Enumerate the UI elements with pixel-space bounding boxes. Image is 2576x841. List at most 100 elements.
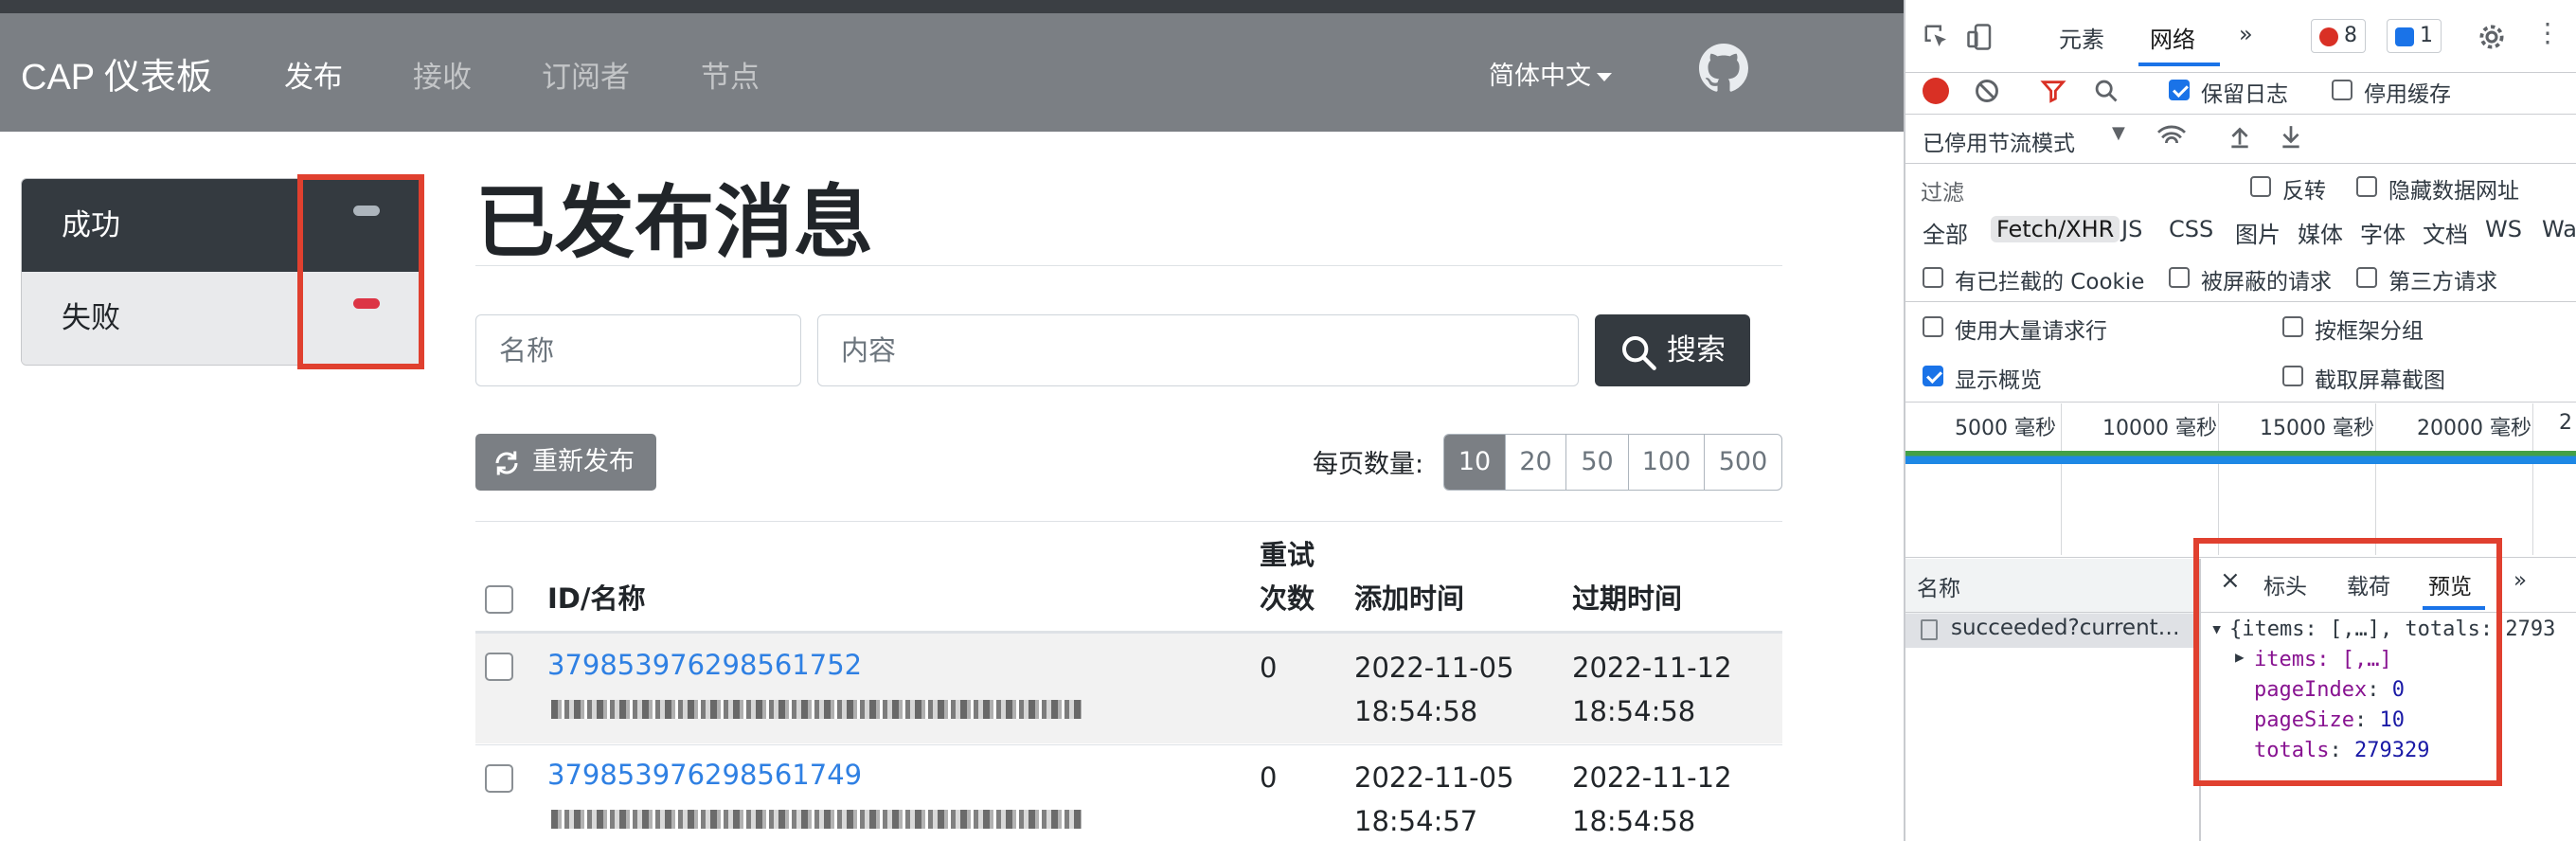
- record-icon[interactable]: [1923, 78, 1949, 104]
- page-size-option-50[interactable]: 50: [1565, 435, 1628, 490]
- row-checkbox[interactable]: [485, 653, 513, 681]
- type-filter-wasm[interactable]: Wa: [2542, 216, 2576, 242]
- group-by-frame-checkbox[interactable]: [2282, 316, 2303, 337]
- refresh-icon: [495, 451, 518, 475]
- added-time-cell: 18:54:57: [1354, 805, 1478, 837]
- import-har-icon[interactable]: [2227, 123, 2252, 150]
- message-count-badge[interactable]: 1: [2387, 19, 2442, 53]
- network-conditions-icon[interactable]: [2156, 123, 2188, 150]
- republish-label: 重新发布: [532, 447, 635, 476]
- highlight-box: [2193, 538, 2502, 786]
- type-filter-fetch-xhr[interactable]: Fetch/XHR: [1991, 216, 2120, 242]
- page-size-option-10[interactable]: 10: [1444, 435, 1505, 490]
- timeline-overview-bar: [1905, 451, 2576, 464]
- window-top-strip: [0, 0, 1904, 13]
- sidebar-item-label: 成功: [62, 208, 120, 242]
- redacted-message-name: [551, 810, 1082, 829]
- request-row[interactable]: succeeded?current…: [1905, 614, 2199, 648]
- group-by-frame-label: 按框架分组: [2315, 319, 2424, 344]
- active-tab-indicator: [2138, 63, 2220, 66]
- error-count: 8: [2344, 24, 2357, 47]
- throttling-select[interactable]: 已停用节流模式: [1923, 125, 2075, 157]
- message-id-link[interactable]: 379853976298561752: [547, 649, 862, 681]
- third-party-label: 第三方请求: [2388, 270, 2497, 295]
- show-overview-checkbox[interactable]: [1923, 366, 1943, 386]
- devtools-tab-elements[interactable]: 元素: [2059, 21, 2104, 54]
- show-overview-label: 显示概览: [1955, 368, 2042, 393]
- type-filter-all[interactable]: 全部: [1923, 216, 1968, 249]
- type-filter-doc[interactable]: 文档: [2423, 216, 2468, 249]
- filter-icon[interactable]: [2040, 78, 2066, 104]
- table-row: 379853976298561752 0 2022-11-05 18:54:58…: [475, 634, 1782, 743]
- timeline-gridline: [2061, 403, 2062, 555]
- timeline-gridline: [2532, 403, 2533, 555]
- divider: [475, 521, 1782, 522]
- type-filter-js[interactable]: JS: [2121, 216, 2142, 242]
- screenshots-label: 截取屏幕截图: [2315, 368, 2445, 393]
- added-date-cell: 2022-11-05: [1354, 761, 1514, 794]
- type-filter-ws[interactable]: WS: [2485, 216, 2522, 242]
- column-header-expires: 过期时间: [1572, 582, 1683, 615]
- type-filter-media[interactable]: 媒体: [2298, 216, 2343, 249]
- divider: [1905, 114, 2576, 115]
- message-id-link[interactable]: 379853976298561749: [547, 759, 862, 791]
- screenshots-checkbox[interactable]: [2282, 366, 2303, 386]
- disable-cache-checkbox[interactable]: [2332, 80, 2352, 100]
- column-header-retries-line1: 重试: [1260, 539, 1315, 571]
- preserve-log-checkbox[interactable]: [2169, 80, 2190, 100]
- added-time-cell: 18:54:58: [1354, 695, 1478, 727]
- type-filter-font[interactable]: 字体: [2360, 216, 2406, 249]
- republish-button[interactable]: 重新发布: [475, 434, 656, 491]
- nav-link-received[interactable]: 接收: [413, 53, 472, 96]
- timeline-gridline: [2218, 403, 2219, 555]
- column-header-retries-line2: 次数: [1260, 582, 1315, 615]
- hide-data-urls-checkbox[interactable]: [2356, 176, 2377, 197]
- type-filter-css[interactable]: CSS: [2169, 216, 2213, 242]
- blocked-requests-checkbox[interactable]: [2169, 267, 2190, 288]
- page-size-option-20[interactable]: 20: [1505, 435, 1565, 490]
- column-header-added: 添加时间: [1354, 582, 1465, 615]
- timeline-tick: 5000 毫秒: [1955, 417, 2056, 440]
- device-toolbar-icon[interactable]: [1966, 23, 1995, 51]
- inspect-element-icon[interactable]: [1923, 23, 1951, 51]
- divider: [1905, 163, 2576, 164]
- content-search-input[interactable]: 内容: [817, 314, 1579, 386]
- name-search-input[interactable]: 名称: [475, 314, 801, 386]
- navbar: CAP 仪表板 发布 接收 订阅者 节点 简体中文: [0, 13, 1904, 132]
- detail-tab-more[interactable]: »: [2513, 568, 2527, 593]
- brand[interactable]: CAP 仪表板: [21, 47, 212, 99]
- large-rows-checkbox[interactable]: [1923, 316, 1943, 337]
- hide-data-urls-label: 隐藏数据网址: [2388, 179, 2519, 204]
- page-size-option-500[interactable]: 500: [1704, 435, 1781, 490]
- select-all-checkbox[interactable]: [485, 585, 513, 614]
- settings-gear-icon[interactable]: [2478, 23, 2506, 51]
- filter-input[interactable]: 过滤: [1911, 169, 2233, 206]
- table-row: 379853976298561749 0 2022-11-05 18:54:57…: [475, 745, 1782, 841]
- language-dropdown[interactable]: 简体中文: [1489, 55, 1612, 92]
- nav-link-nodes[interactable]: 节点: [701, 53, 760, 96]
- requests-name-header[interactable]: 名称: [1917, 570, 1960, 602]
- divider: [1905, 612, 2199, 613]
- search-button[interactable]: 搜索: [1595, 314, 1750, 386]
- column-header-id-name: ID/名称: [547, 582, 646, 615]
- timeline-tick: 2: [2559, 411, 2572, 435]
- nav-link-published[interactable]: 发布: [284, 53, 343, 96]
- type-filter-img[interactable]: 图片: [2235, 216, 2281, 249]
- devtools-tab-network[interactable]: 网络: [2150, 21, 2195, 54]
- invert-checkbox[interactable]: [2250, 176, 2271, 197]
- blocked-cookies-checkbox[interactable]: [1923, 267, 1943, 288]
- export-har-icon[interactable]: [2279, 123, 2303, 150]
- page-size-option-100[interactable]: 100: [1628, 435, 1704, 490]
- row-checkbox[interactable]: [485, 764, 513, 793]
- expires-date-cell: 2022-11-12: [1572, 652, 1732, 684]
- timeline-tick: 20000 毫秒: [2417, 417, 2531, 440]
- language-label: 简体中文: [1489, 62, 1591, 91]
- devtools-tab-more[interactable]: »: [2239, 21, 2253, 47]
- github-icon[interactable]: [1699, 44, 1748, 93]
- clear-icon[interactable]: [1974, 78, 2000, 104]
- more-options-icon[interactable]: ⋮: [2534, 17, 2561, 48]
- error-count-badge[interactable]: 8: [2311, 19, 2366, 53]
- third-party-checkbox[interactable]: [2356, 267, 2377, 288]
- nav-link-subscribers[interactable]: 订阅者: [542, 53, 630, 96]
- search-icon[interactable]: [2093, 78, 2120, 104]
